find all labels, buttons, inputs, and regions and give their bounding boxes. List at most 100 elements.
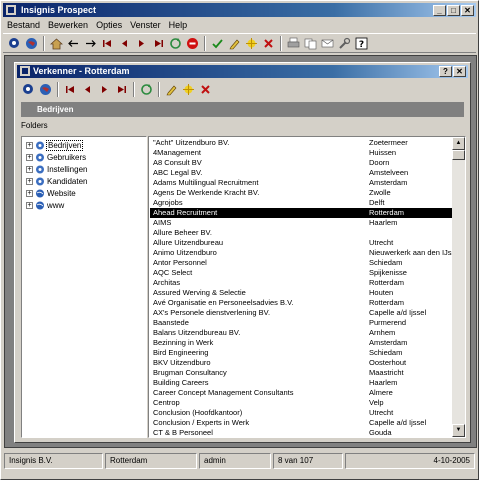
table-row[interactable]: 4Management Huissen: [150, 148, 452, 158]
company-name-cell: Agens De Werkende Kracht BV.: [153, 188, 260, 197]
menu-opties[interactable]: Opties: [92, 18, 126, 32]
table-row[interactable]: Allure Beheer BV.: [150, 228, 452, 238]
table-row[interactable]: ABC Legal BV. Amstelveen: [150, 168, 452, 178]
table-row[interactable]: Antor Personnel Schiedam: [150, 258, 452, 268]
delete-icon[interactable]: [261, 36, 276, 51]
table-row[interactable]: Baanstede Purmerend: [150, 318, 452, 328]
table-row[interactable]: Centrop Velp: [150, 398, 452, 408]
expand-icon[interactable]: +: [26, 190, 33, 197]
table-row[interactable]: AX's Personele dienstverlening BV. Capell…: [150, 308, 452, 318]
table-row[interactable]: Adams Multilingual Recruitment Amsterdam: [150, 178, 452, 188]
tree-item-gebruikers[interactable]: + Gebruikers: [26, 152, 86, 163]
explorer-close-button[interactable]: ✕: [453, 66, 466, 77]
close-button[interactable]: ✕: [461, 5, 474, 16]
tree-item-bedrijven[interactable]: + Bedrijven: [26, 140, 84, 151]
first-icon[interactable]: [63, 82, 78, 97]
expand-icon[interactable]: +: [26, 154, 33, 161]
table-row[interactable]: Bird Engineering Schiedam: [150, 348, 452, 358]
edit-icon[interactable]: [227, 36, 242, 51]
section-title: Bedrijven: [37, 105, 74, 114]
toolbar-separator: [43, 35, 45, 51]
home-icon[interactable]: [49, 36, 64, 51]
globe-icon[interactable]: [38, 82, 53, 97]
tree-item-instellingen[interactable]: + Instellingen: [26, 164, 87, 175]
table-row[interactable]: Agrojobs Delft: [150, 198, 452, 208]
users-icon: [35, 153, 45, 162]
table-row[interactable]: AIMS Haarlem: [150, 218, 452, 228]
mail-icon[interactable]: [320, 36, 335, 51]
minimize-button[interactable]: _: [433, 5, 446, 16]
first-icon[interactable]: [100, 36, 115, 51]
maximize-button[interactable]: □: [447, 5, 460, 16]
table-row[interactable]: CT & B Personeel Gouda: [150, 428, 452, 437]
menu-bestand[interactable]: Bestand: [3, 18, 44, 32]
table-row[interactable]: Ahead Recruitment Rotterdam: [150, 208, 452, 218]
last-icon[interactable]: [151, 36, 166, 51]
new-icon[interactable]: [244, 36, 259, 51]
table-row[interactable]: "Acht" Uitzendburo BV. Zoetermeer: [150, 138, 452, 148]
table-row[interactable]: Conclusion (Hoofdkantoor) Utrecht: [150, 408, 452, 418]
new-icon[interactable]: [181, 82, 196, 97]
table-row[interactable]: Bezinning in Werk Amsterdam: [150, 338, 452, 348]
explorer-titlebar: Verkenner - Rotterdam ? ✕: [17, 65, 468, 78]
edit-icon[interactable]: [164, 82, 179, 97]
next-icon[interactable]: [97, 82, 112, 97]
last-icon[interactable]: [114, 82, 129, 97]
refresh-icon[interactable]: [168, 36, 183, 51]
table-row[interactable]: Animo Uitzendburo Nieuwerkerk aan den IJs…: [150, 248, 452, 258]
table-row[interactable]: Agens De Werkende Kracht BV. Zwolle: [150, 188, 452, 198]
table-row[interactable]: Career Concept Management Consultants Alm…: [150, 388, 452, 398]
prev-icon[interactable]: [80, 82, 95, 97]
scroll-down-button[interactable]: ▼: [452, 424, 465, 437]
company-name-cell: Ahead Recruitment: [153, 208, 218, 217]
tree-item-www[interactable]: + www: [26, 200, 64, 211]
find-icon[interactable]: [21, 82, 36, 97]
globe-icon[interactable]: [24, 36, 39, 51]
table-row[interactable]: Building Careers Haarlem: [150, 378, 452, 388]
table-row[interactable]: Assured Werving & Selectie Houten: [150, 288, 452, 298]
tree-item-kandidaten[interactable]: + Kandidaten: [26, 176, 87, 187]
table-row[interactable]: Balans Uitzendbureau BV. Arnhem: [150, 328, 452, 338]
expand-icon[interactable]: +: [26, 178, 33, 185]
table-row[interactable]: Conclusion / Experts in Werk Capelle a/d …: [150, 418, 452, 428]
table-row[interactable]: Avé Organisatie en Personeelsadvies B.V.…: [150, 298, 452, 308]
company-name-cell: Centrop: [153, 398, 180, 407]
tree-item-website[interactable]: + Website: [26, 188, 76, 199]
expand-icon[interactable]: +: [26, 142, 33, 149]
table-row[interactable]: Architas Rotterdam: [150, 278, 452, 288]
tools-icon[interactable]: [337, 36, 352, 51]
table-row[interactable]: BKV Uitzendburo Oosterhout: [150, 358, 452, 368]
print-icon[interactable]: [286, 36, 301, 51]
prev-icon[interactable]: [117, 36, 132, 51]
menu-bewerken[interactable]: Bewerken: [44, 18, 92, 32]
list-scrollbar[interactable]: ▲ ▼: [452, 137, 465, 437]
status-location: Rotterdam: [105, 453, 197, 469]
explorer-help-button[interactable]: ?: [439, 66, 452, 77]
company-name-cell: Adams Multilingual Recruitment: [153, 178, 259, 187]
stop-icon[interactable]: [185, 36, 200, 51]
status-company: Insignis B.V.: [4, 453, 103, 469]
menu-help[interactable]: Help: [165, 18, 192, 32]
back-icon[interactable]: [66, 36, 81, 51]
refresh-icon[interactable]: [139, 82, 154, 97]
forward-icon[interactable]: [83, 36, 98, 51]
table-row[interactable]: A8 Consult BV Doorn: [150, 158, 452, 168]
check-icon[interactable]: [210, 36, 225, 51]
copy-icon[interactable]: [303, 36, 318, 51]
website-icon: [35, 189, 45, 198]
expand-icon[interactable]: +: [26, 166, 33, 173]
scroll-up-button[interactable]: ▲: [452, 137, 465, 150]
tree-item-label: Website: [47, 189, 76, 198]
help-icon[interactable]: ?: [354, 36, 369, 51]
company-name-cell: ABC Legal BV.: [153, 168, 203, 177]
company-city-cell: Spijkenisse: [369, 268, 407, 277]
expand-icon[interactable]: +: [26, 202, 33, 209]
table-row[interactable]: Brugman Consultancy Maastricht: [150, 368, 452, 378]
next-icon[interactable]: [134, 36, 149, 51]
table-row[interactable]: Allure Uitzendbureau Utrecht: [150, 238, 452, 248]
menu-venster[interactable]: Venster: [126, 18, 165, 32]
table-row[interactable]: AQC Select Spijkenisse: [150, 268, 452, 278]
delete-icon[interactable]: [198, 82, 213, 97]
find-icon[interactable]: [7, 36, 22, 51]
scroll-thumb[interactable]: [452, 150, 465, 160]
